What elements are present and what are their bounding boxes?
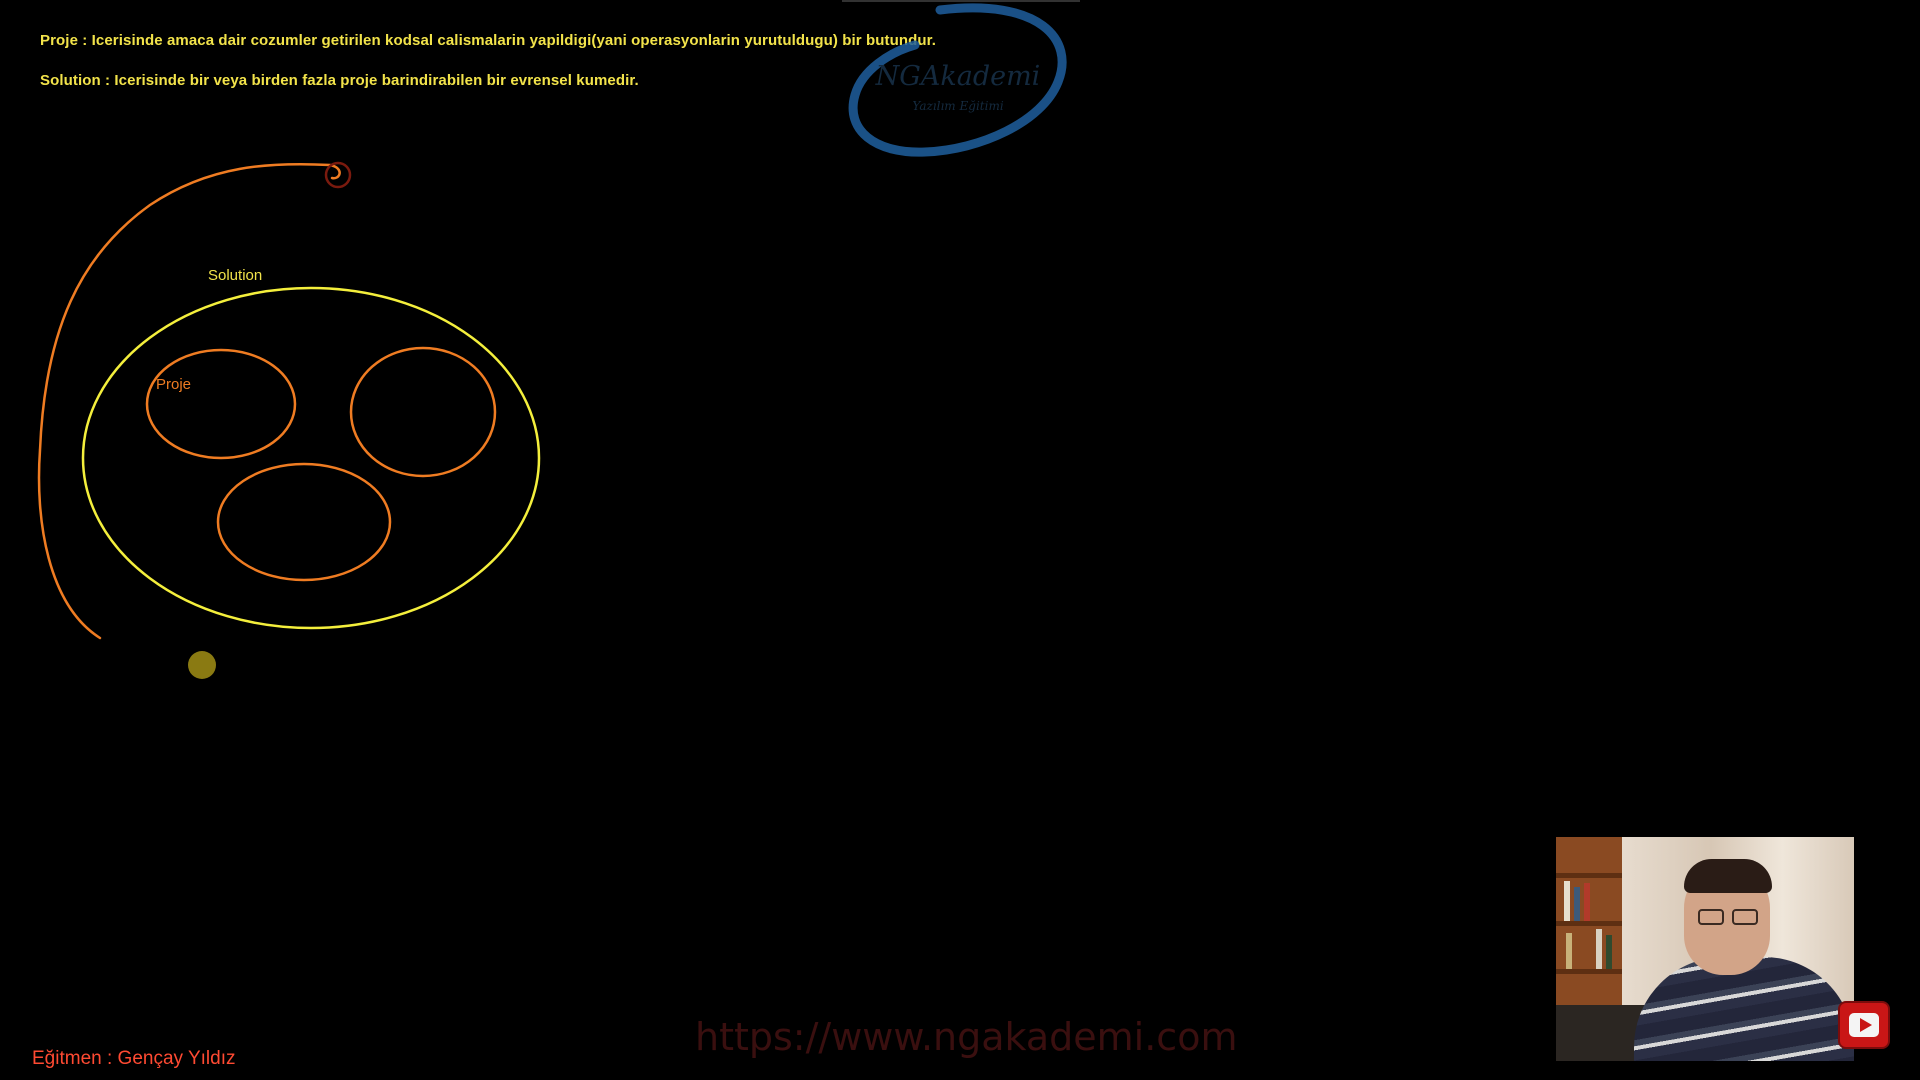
solution-label: Solution — [208, 267, 262, 284]
webcam-glasses-left — [1698, 909, 1724, 925]
project-ellipse — [349, 346, 497, 478]
solution-ellipse — [81, 286, 541, 630]
instructor-credit: Eğitmen : Gençay Yıldız — [32, 1048, 236, 1069]
website-url-watermark: https://www.ngakademi.com — [695, 1015, 1238, 1059]
webcam-glasses-right — [1732, 909, 1758, 925]
logo-name: NGAkademi — [875, 61, 1041, 92]
project-ellipse — [216, 462, 392, 582]
presentation-canvas: Proje : Icerisinde amaca dair cozumler g… — [0, 0, 1920, 1080]
webcam-overlay — [1556, 837, 1854, 1061]
youtube-play-icon[interactable] — [1840, 1003, 1888, 1047]
laser-pointer-dot — [188, 651, 216, 679]
webcam-desk — [1556, 1005, 1646, 1061]
project-ellipse — [145, 348, 297, 460]
proje-label: Proje — [156, 376, 191, 393]
ngakademi-logo: NGAkademi Yazılım Eğitimi — [842, 0, 1080, 157]
logo-tagline: Yazılım Eğitimi — [912, 99, 1003, 113]
webcam-person-hair — [1684, 859, 1772, 893]
